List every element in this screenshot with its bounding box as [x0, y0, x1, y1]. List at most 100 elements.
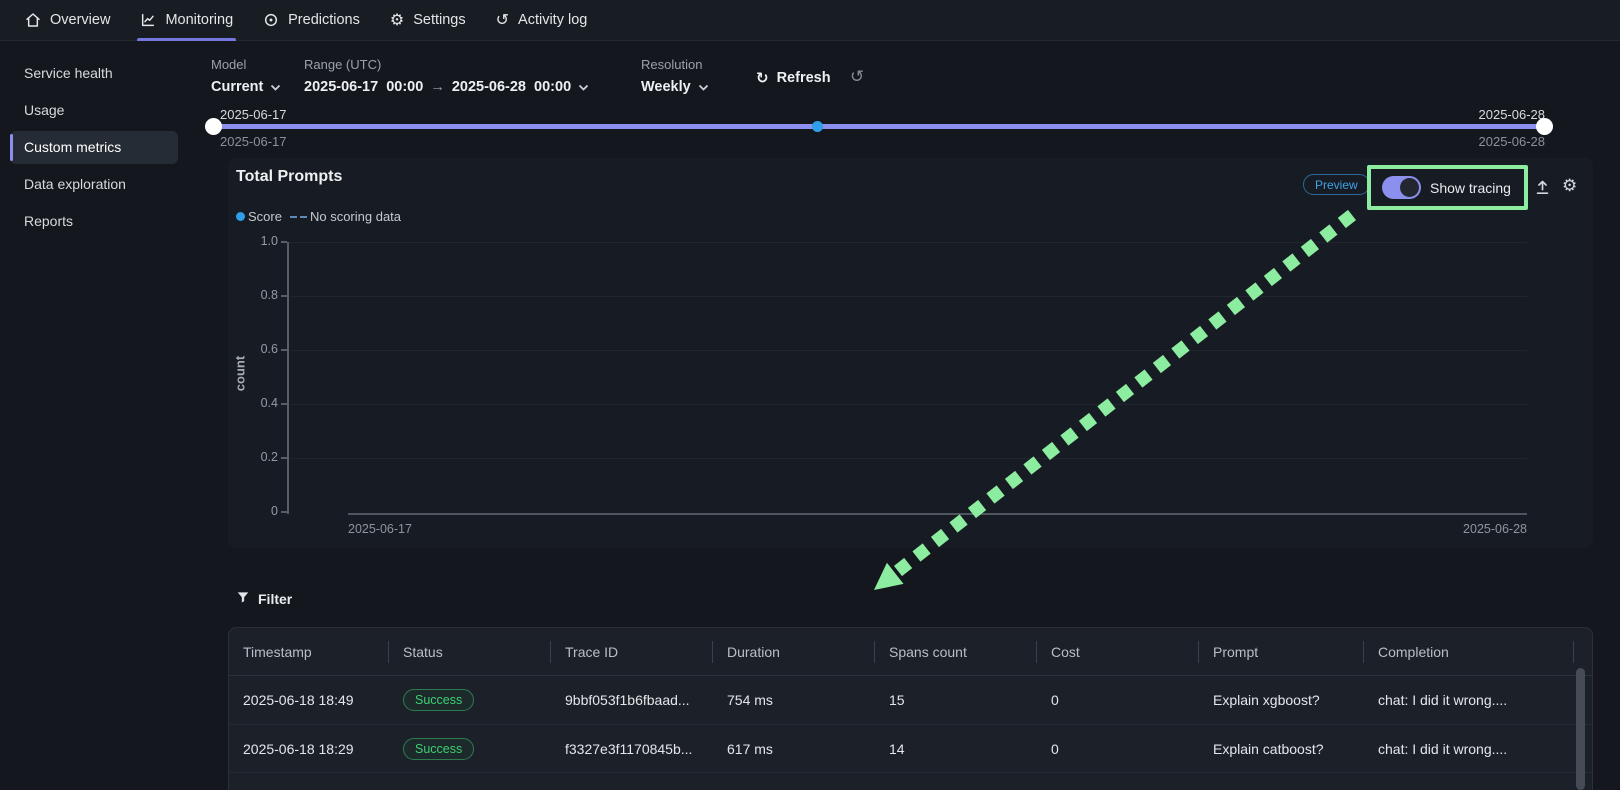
- slider-start-date-bottom: 2025-06-17: [220, 134, 287, 149]
- column-header-timestamp[interactable]: Timestamp: [229, 628, 389, 676]
- slider-start-date-top: 2025-06-17: [220, 107, 287, 122]
- status-badge: Success: [403, 689, 474, 711]
- x-axis-line: [348, 513, 1527, 515]
- slider-mid-dot: [812, 121, 823, 132]
- cell-spans-count: 15: [875, 692, 1037, 708]
- show-tracing-toggle[interactable]: [1382, 176, 1421, 199]
- top-nav: Overview Monitoring Predictions ⚙ Settin…: [0, 0, 1620, 41]
- date-range-slider-track[interactable]: [211, 124, 1546, 129]
- gridline: [290, 350, 1527, 351]
- cell-trace-id: 9bbf053f1b6fbaad...: [551, 692, 713, 708]
- filter-label: Filter: [258, 591, 292, 607]
- slider-handle-start[interactable]: [205, 118, 222, 135]
- column-header-trace-id[interactable]: Trace ID: [551, 628, 713, 676]
- nav-item-activity-log[interactable]: ↺ Activity log: [496, 0, 588, 41]
- sidebar-item-reports[interactable]: Reports: [10, 205, 178, 238]
- range-start: 2025-06-17 00:00: [304, 79, 423, 95]
- export-button[interactable]: [1534, 179, 1551, 201]
- preview-badge: Preview: [1303, 174, 1370, 195]
- refresh-button[interactable]: ↻ Refresh: [756, 69, 831, 87]
- table-row[interactable]: 2025-06-18 18:49 Success 9bbf053f1b6fbaa…: [229, 676, 1592, 724]
- resolution-dropdown[interactable]: Weekly: [641, 79, 709, 95]
- gridline: [290, 404, 1527, 405]
- x-tick-label: 2025-06-28: [1437, 522, 1527, 536]
- column-header-completion[interactable]: Completion: [1364, 628, 1574, 676]
- cell-completion: chat: I did it wrong....: [1364, 741, 1574, 757]
- upload-icon: [1534, 183, 1551, 200]
- nav-item-monitoring[interactable]: Monitoring: [140, 0, 233, 41]
- y-tick-label: 0: [224, 504, 278, 518]
- sidebar-item-data-exploration[interactable]: Data exploration: [10, 168, 178, 201]
- nav-item-label: Settings: [413, 12, 465, 28]
- status-badge: Success: [403, 738, 474, 760]
- nav-item-label: Overview: [50, 12, 110, 28]
- undo-icon[interactable]: ↺: [850, 67, 864, 87]
- home-icon: [25, 12, 41, 28]
- slider-handle-end[interactable]: [1536, 118, 1553, 135]
- range-end: 2025-06-28 00:00: [452, 79, 571, 95]
- slider-end-date-bottom: 2025-06-28: [1456, 134, 1545, 149]
- cell-spans-count: 14: [875, 741, 1037, 757]
- nav-item-label: Monitoring: [165, 12, 233, 28]
- cell-timestamp: 2025-06-18 18:29: [229, 741, 389, 757]
- chart-settings-button[interactable]: ⚙: [1562, 176, 1577, 196]
- nav-item-predictions[interactable]: Predictions: [263, 0, 360, 41]
- y-tick-label: 1.0: [224, 234, 278, 248]
- nav-item-overview[interactable]: Overview: [25, 0, 110, 41]
- y-tick-label: 0.2: [224, 450, 278, 464]
- model-dropdown[interactable]: Current: [211, 79, 281, 95]
- table-row[interactable]: 2025-06-18 18:29 Success f3327e3f1170845…: [229, 724, 1592, 772]
- column-header-prompt[interactable]: Prompt: [1199, 628, 1364, 676]
- slider-end-date-top: 2025-06-28: [1456, 107, 1545, 122]
- show-tracing-label: Show tracing: [1430, 180, 1511, 196]
- y-tick-label: 0.6: [224, 342, 278, 356]
- traces-table: Timestamp Status Trace ID Duration Spans…: [228, 627, 1593, 790]
- cell-cost: 0: [1037, 741, 1199, 757]
- history-icon: ↺: [496, 12, 509, 28]
- cell-prompt: Explain xgboost?: [1199, 692, 1364, 708]
- refresh-label: Refresh: [777, 70, 831, 86]
- chevron-down-icon: [698, 79, 709, 95]
- nav-item-label: Activity log: [518, 12, 587, 28]
- line-chart-icon: [140, 12, 156, 28]
- sidebar-item-custom-metrics[interactable]: Custom metrics: [10, 131, 178, 164]
- resolution-select-group: Resolution Weekly: [641, 57, 709, 95]
- refresh-icon: ↻: [756, 69, 769, 87]
- gear-icon: ⚙: [1562, 176, 1577, 196]
- gridline: [290, 296, 1527, 297]
- chart-title: Total Prompts: [236, 168, 342, 186]
- chart-card: [228, 158, 1593, 548]
- column-header-spans-count[interactable]: Spans count: [875, 628, 1037, 676]
- cell-timestamp: 2025-06-18 18:49: [229, 692, 389, 708]
- gear-icon: ⚙: [390, 12, 404, 28]
- column-header-cost[interactable]: Cost: [1037, 628, 1199, 676]
- nav-item-settings[interactable]: ⚙ Settings: [390, 0, 466, 41]
- model-value: Current: [211, 79, 263, 95]
- cell-trace-id: f3327e3f1170845b...: [551, 741, 713, 757]
- app-window: { "nav": { "items": [ { "label": "Overvi…: [0, 0, 1620, 789]
- table-header-row: Timestamp Status Trace ID Duration Spans…: [229, 628, 1592, 676]
- table-row-partial: [229, 772, 1592, 790]
- table-scrollbar[interactable]: [1576, 668, 1585, 790]
- column-header-duration[interactable]: Duration: [713, 628, 875, 676]
- model-label: Model: [211, 57, 281, 72]
- annotation-highlight-box: Show tracing: [1367, 165, 1528, 210]
- toggle-knob: [1400, 178, 1419, 197]
- model-select-group: Model Current: [211, 57, 281, 95]
- legend-item-no-scoring-data[interactable]: No scoring data: [310, 209, 401, 224]
- score-dot-marker: [236, 212, 245, 221]
- cell-status: Success: [389, 738, 551, 760]
- resolution-label: Resolution: [641, 57, 709, 72]
- gridline: [290, 458, 1527, 459]
- funnel-icon: [236, 590, 250, 607]
- y-tick-label: 0.4: [224, 396, 278, 410]
- chart-legend: Score No scoring data: [236, 209, 401, 224]
- sidebar-item-service-health[interactable]: Service health: [10, 57, 178, 90]
- sidebar-item-usage[interactable]: Usage: [10, 94, 178, 127]
- legend-item-score[interactable]: Score: [248, 209, 282, 224]
- column-header-status[interactable]: Status: [389, 628, 551, 676]
- cell-cost: 0: [1037, 692, 1199, 708]
- range-dropdown[interactable]: 2025-06-17 00:00 → 2025-06-28 00:00: [304, 79, 589, 95]
- filter-toggle[interactable]: Filter: [236, 590, 292, 607]
- chevron-down-icon: [270, 79, 281, 95]
